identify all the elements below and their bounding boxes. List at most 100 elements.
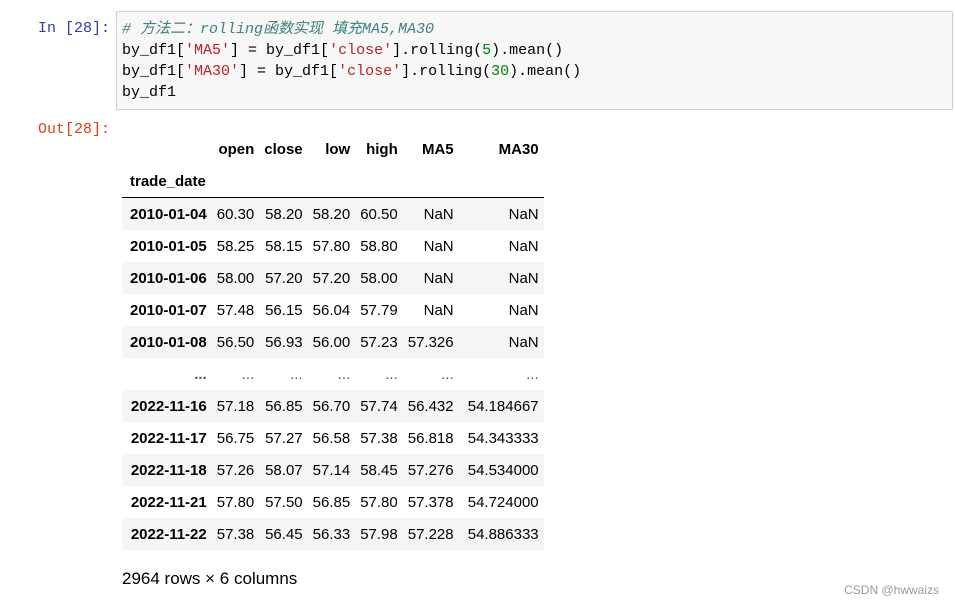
table-cell: 57.79	[360, 301, 398, 319]
column-header: high	[366, 141, 398, 158]
row-index: 2022-11-16	[130, 397, 207, 415]
table-cell: 57.74	[360, 397, 398, 415]
index-name-row: trade_date	[122, 165, 544, 198]
table-row: 2010-01-07 57.48 56.15 56.04 57.79 NaN NaN	[122, 294, 544, 326]
column-header: open	[218, 141, 255, 158]
table-cell: ...	[385, 365, 398, 383]
table-cell: 57.276	[407, 461, 454, 479]
table-cell: 57.38	[216, 525, 255, 543]
table-cell: 57.326	[407, 333, 454, 351]
table-cell: 58.07	[265, 461, 303, 479]
table-cell: 56.00	[312, 333, 351, 351]
dataframe-table: open close low high MA5 MA30 trade_date …	[122, 134, 544, 550]
table-row: 2022-11-16 57.18 56.85 56.70 57.74 56.432 54.1…	[122, 390, 544, 422]
table-cell: ...	[241, 365, 255, 383]
table-cell: 54.184667	[467, 397, 539, 415]
table-row: 2010-01-05 58.25 58.15 57.80 58.80 NaN NaN	[122, 230, 544, 262]
table-cell: 57.98	[360, 525, 398, 543]
table-row: 2022-11-17 56.75 57.27 56.58 57.38 56.818 54.3…	[122, 422, 544, 454]
code-editor[interactable]: # 方法二：rolling函数实现 填充MA5,MA30 by_df1['MA5…	[117, 12, 952, 103]
column-header: low	[325, 141, 351, 158]
row-index: ...	[194, 365, 207, 383]
table-cell: 54.534000	[467, 461, 539, 479]
table-cell: NaN	[423, 269, 454, 287]
table-cell: 58.00	[360, 269, 398, 287]
table-cell: 57.27	[265, 429, 303, 447]
table-cell: 56.85	[312, 493, 351, 511]
table-cell: 58.20	[265, 205, 303, 223]
table-cell: 58.00	[216, 269, 255, 287]
table-cell: 58.20	[312, 205, 351, 223]
code-cell[interactable]: # 方法二：rolling函数实现 填充MA5,MA30 by_df1['MA5…	[116, 11, 953, 110]
table-cell: ...	[526, 365, 539, 383]
table-cell: 56.93	[265, 333, 303, 351]
table-cell: 56.70	[312, 397, 351, 415]
row-index: 2010-01-05	[130, 237, 207, 255]
table-cell: 57.38	[360, 429, 398, 447]
table-cell: 58.45	[360, 461, 398, 479]
table-row: 2022-11-21 57.80 57.50 56.85 57.80 57.378 54.7…	[122, 486, 544, 518]
table-cell: ...	[441, 365, 454, 383]
table-row: 2022-11-22 57.38 56.45 56.33 57.98 57.228 54.8…	[122, 518, 544, 550]
column-header: close	[264, 141, 303, 158]
table-cell: 56.75	[216, 429, 255, 447]
table-cell: 56.85	[265, 397, 303, 415]
table-row: 2010-01-04 60.30 58.20 58.20 60.50 NaN NaN	[122, 197, 544, 230]
table-cell: 54.343333	[467, 429, 539, 447]
table-cell: NaN	[423, 237, 454, 255]
table-cell: 60.50	[360, 205, 398, 223]
table-row: .....................	[122, 358, 544, 390]
table-cell: 56.45	[265, 525, 303, 543]
row-index: 2010-01-04	[130, 205, 207, 223]
table-cell: 58.25	[216, 237, 255, 255]
table-cell: 57.80	[216, 493, 255, 511]
table-cell: 58.15	[265, 237, 303, 255]
table-cell: 54.886333	[467, 525, 539, 543]
dataframe-shape: 2964 rows × 6 columns	[122, 569, 298, 588]
table-row: 2010-01-06 58.00 57.20 57.20 58.00 NaN NaN	[122, 262, 544, 294]
table-cell: NaN	[508, 237, 539, 255]
table-cell: NaN	[423, 301, 454, 319]
table-cell: 56.50	[216, 333, 255, 351]
table-cell: 57.14	[312, 461, 351, 479]
table-cell: 54.724000	[467, 493, 539, 511]
table-row: 2010-01-08 56.50 56.93 56.00 57.23 57.326 NaN	[122, 326, 544, 358]
row-index: 2022-11-21	[130, 493, 207, 511]
table-cell: 56.432	[407, 397, 454, 415]
table-cell: 57.48	[216, 301, 255, 319]
table-cell: NaN	[508, 301, 539, 319]
table-cell: 57.80	[312, 237, 351, 255]
table-cell: 56.818	[407, 429, 454, 447]
table-cell: 57.20	[312, 269, 351, 287]
table-cell: 56.58	[312, 429, 351, 447]
table-cell: 58.80	[360, 237, 398, 255]
code-comment: # 方法二：rolling函数实现 填充MA5,MA30	[122, 21, 435, 38]
table-cell: NaN	[508, 333, 539, 351]
column-header: MA5	[421, 141, 454, 158]
table-cell: NaN	[508, 269, 539, 287]
table-cell: 56.33	[312, 525, 351, 543]
row-index: 2022-11-17	[130, 429, 207, 447]
row-index: 2010-01-08	[130, 333, 207, 351]
index-name: trade_date	[122, 165, 212, 198]
column-header: MA30	[498, 141, 539, 158]
row-index: 2022-11-22	[130, 525, 207, 543]
table-cell: ...	[337, 365, 351, 383]
watermark: CSDN @hwwaizs	[844, 583, 939, 597]
table-cell: 56.15	[265, 301, 303, 319]
table-cell: NaN	[508, 205, 539, 223]
table-cell: 57.50	[265, 493, 303, 511]
table-cell: 56.04	[312, 301, 351, 319]
input-prompt: In [28]:	[37, 20, 110, 37]
row-index: 2022-11-18	[130, 461, 207, 479]
table-cell: 57.18	[216, 397, 255, 415]
output-prompt: Out[28]:	[37, 121, 110, 138]
row-index: 2010-01-07	[130, 301, 207, 319]
table-cell: ...	[290, 365, 303, 383]
table-cell: 60.30	[216, 205, 255, 223]
table-cell: 57.26	[216, 461, 255, 479]
column-header-row: open close low high MA5 MA30	[122, 134, 544, 165]
table-cell: 57.228	[407, 525, 454, 543]
table-row: 2022-11-18 57.26 58.07 57.14 58.45 57.276 54.5…	[122, 454, 544, 486]
table-cell: NaN	[423, 205, 454, 223]
